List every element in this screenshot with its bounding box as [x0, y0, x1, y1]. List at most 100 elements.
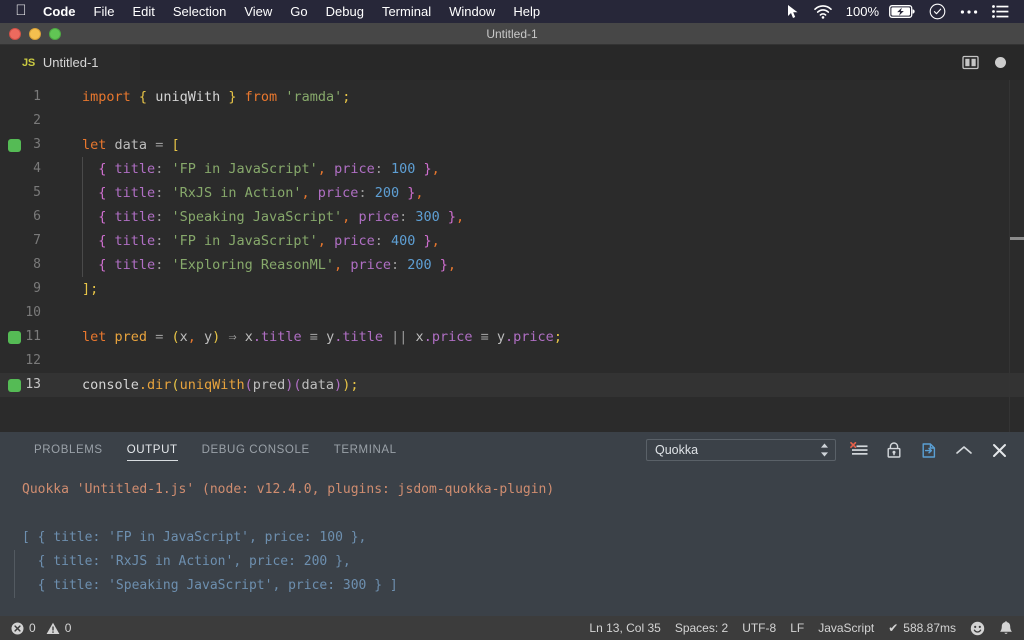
split-editor-icon[interactable] — [961, 54, 979, 72]
code-line[interactable]: 2 — [0, 109, 1024, 133]
menu-item-window[interactable]: Window — [440, 0, 504, 23]
code-line[interactable]: 7 { title: 'FP in JavaScript', price: 40… — [0, 229, 1024, 253]
code-line[interactable]: 1 import { uniqWith } from 'ramda'; — [0, 85, 1024, 109]
code-line[interactable]: 13 console.dir(uniqWith(pred)(data)); — [0, 373, 1024, 397]
siri-icon[interactable] — [922, 0, 953, 23]
code-line[interactable]: 5 { title: 'RxJS in Action', price: 200 … — [0, 181, 1024, 205]
menu-item-edit[interactable]: Edit — [123, 0, 163, 23]
panel-tab-output[interactable]: OUTPUT — [115, 432, 190, 468]
traffic-lights — [0, 27, 61, 40]
zoom-button[interactable] — [49, 27, 61, 40]
token: 'FP in JavaScript' — [171, 161, 318, 177]
code-text: import { uniqWith } from 'ramda'; — [62, 85, 1024, 109]
status-quokka-time[interactable]: ✔ 588.87ms — [881, 616, 963, 640]
output-content[interactable]: Quokka 'Untitled-1.js' (node: v12.4.0, p… — [0, 468, 1024, 616]
code-line[interactable]: 8 { title: 'Exploring ReasonML', price: … — [0, 253, 1024, 277]
token: ) — [334, 377, 343, 393]
unsaved-dot-icon[interactable] — [995, 57, 1006, 68]
token: : — [390, 257, 400, 273]
status-encoding[interactable]: UTF-8 — [735, 616, 783, 640]
quokka-marker-icon[interactable] — [8, 138, 21, 152]
panel-tab-debug-console[interactable]: DEBUG CONSOLE — [190, 432, 322, 468]
close-button[interactable] — [9, 27, 21, 40]
wifi-icon[interactable] — [807, 0, 839, 23]
code-line[interactable]: 6 { title: 'Speaking JavaScript', price:… — [0, 205, 1024, 229]
code-editor[interactable]: 1 import { uniqWith } from 'ramda'; 2 3 let … — [0, 80, 1024, 432]
panel-tab-problems[interactable]: PROBLEMS — [22, 432, 115, 468]
token: 200 — [407, 257, 432, 273]
code-line[interactable]: 9]; — [0, 277, 1024, 301]
status-cursor-position[interactable]: Ln 13, Col 35 — [582, 616, 667, 640]
minimize-button[interactable] — [29, 27, 41, 40]
quokka-marker-icon[interactable] — [8, 378, 21, 392]
line-number: 6 — [33, 209, 41, 224]
line-number: 9 — [33, 281, 41, 296]
control-center-icon[interactable] — [985, 0, 1016, 23]
token: title — [114, 209, 156, 225]
apple-icon[interactable]:  — [8, 3, 34, 20]
token: title — [114, 257, 156, 273]
menu-item-go[interactable]: Go — [281, 0, 316, 23]
maximize-panel-icon[interactable] — [955, 441, 973, 459]
open-in-editor-icon[interactable] — [920, 441, 938, 459]
code-line[interactable]: 3 let data = [ — [0, 133, 1024, 157]
cursor-icon[interactable] — [779, 0, 807, 23]
code-line[interactable]: 10 — [0, 301, 1024, 325]
token: ( — [293, 377, 302, 393]
token: 'Speaking JavaScript' — [171, 209, 343, 225]
menu-item-debug[interactable]: Debug — [317, 0, 373, 23]
close-panel-icon[interactable] — [990, 441, 1008, 459]
menu-item-help[interactable]: Help — [504, 0, 549, 23]
more-icon[interactable] — [953, 0, 985, 23]
battery-charging-icon[interactable] — [882, 0, 922, 23]
token: .price — [423, 329, 473, 345]
warning-icon — [46, 622, 60, 635]
code-line[interactable]: 12 — [0, 349, 1024, 373]
token: x — [244, 329, 253, 345]
menu-item-terminal[interactable]: Terminal — [373, 0, 440, 23]
warning-count: 0 — [64, 621, 72, 635]
output-line: { title: 'Speaking JavaScript', price: 3… — [14, 574, 1024, 598]
status-eol[interactable]: LF — [783, 616, 811, 640]
code-line[interactable]: 4 { title: 'FP in JavaScript', price: 10… — [0, 157, 1024, 181]
menu-item-code[interactable]: Code — [34, 0, 85, 23]
clear-output-icon[interactable] — [850, 441, 868, 459]
token: ; — [553, 329, 562, 345]
status-language-mode[interactable]: JavaScript — [811, 616, 881, 640]
panel-tab-terminal[interactable]: TERMINAL — [322, 432, 409, 468]
menu-item-file[interactable]: File — [85, 0, 124, 23]
token: 100 — [390, 161, 416, 177]
menu-item-selection[interactable]: Selection — [164, 0, 235, 23]
battery-percent-label: 100% — [845, 4, 879, 19]
output-channel-select[interactable]: QuokkaTasksLog (Extension Host)Log (Main… — [646, 439, 836, 461]
status-problems[interactable]: 0 0 — [4, 616, 78, 640]
overview-ruler-scrollbar[interactable] — [1010, 80, 1024, 432]
lock-icon[interactable] — [885, 441, 903, 459]
bottom-panel: PROBLEMS OUTPUT DEBUG CONSOLE TERMINAL Q… — [0, 432, 1024, 616]
quokka-marker-icon[interactable] — [8, 330, 21, 344]
code-line[interactable]: 11 let pred = (x, y) ⇒ x.title ≡ y.title … — [0, 325, 1024, 349]
line-number: 2 — [33, 113, 41, 128]
token: 'RxJS in Action' — [171, 185, 302, 201]
notifications-bell-icon[interactable] — [992, 616, 1020, 640]
status-indentation[interactable]: Spaces: 2 — [668, 616, 735, 640]
token: ( — [244, 377, 253, 393]
feedback-smiley-icon[interactable] — [963, 616, 992, 640]
line-number: 7 — [33, 233, 41, 248]
menu-item-view[interactable]: View — [235, 0, 281, 23]
tab-untitled-1[interactable]: JS Untitled-1 — [0, 45, 140, 80]
token: , — [431, 233, 440, 249]
token: } — [447, 209, 457, 225]
